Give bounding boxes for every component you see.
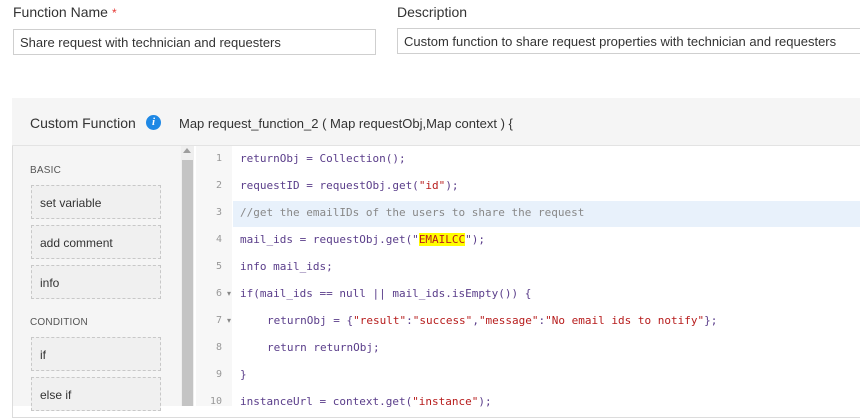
fold-arrow-icon[interactable]: ▾ xyxy=(227,289,231,298)
code-token: instanceUrl = context.get( xyxy=(240,395,413,408)
snippet-info[interactable]: info xyxy=(31,265,161,299)
function-name-label: Function Name * xyxy=(13,4,117,20)
code-line[interactable]: if(mail_ids == null || mail_ids.isEmpty(… xyxy=(240,287,531,300)
code-token: mail_ids = requestObj.get(" xyxy=(240,233,419,246)
fold-arrow-icon[interactable]: ▾ xyxy=(227,316,231,325)
code-line[interactable]: info mail_ids; xyxy=(240,260,333,273)
code-token: : xyxy=(406,314,413,327)
scroll-up-arrow-icon[interactable] xyxy=(183,148,191,153)
info-icon[interactable]: i xyxy=(146,115,161,130)
code-token: }; xyxy=(704,314,718,327)
code-string: "id" xyxy=(418,179,446,192)
function-name-label-text: Function Name xyxy=(13,4,108,20)
section-basic: BASIC xyxy=(30,165,62,176)
code-line[interactable]: } xyxy=(240,368,247,381)
line-number: 2 xyxy=(215,180,222,191)
code-comment-line[interactable]: //get the emailIDs of the users to share… xyxy=(240,206,584,219)
code-line[interactable]: returnObj = Collection(); xyxy=(240,152,406,165)
code-string: "instance" xyxy=(412,395,479,408)
line-number: 1 xyxy=(215,153,222,164)
code-token: requestID = requestObj.get( xyxy=(240,179,419,192)
code-string: "message" xyxy=(478,314,539,327)
code-token: "); xyxy=(465,233,486,246)
function-name-input[interactable]: Share request with technician and reques… xyxy=(13,29,376,55)
description-label: Description xyxy=(397,4,468,20)
code-token: ); xyxy=(445,179,459,192)
snippet-add-comment[interactable]: add comment xyxy=(31,225,161,259)
code-token: ); xyxy=(478,395,492,408)
code-line[interactable]: requestID = requestObj.get("id"); xyxy=(240,179,459,192)
line-number: 10 xyxy=(209,396,222,407)
code-string: "success" xyxy=(412,314,473,327)
custom-function-title: Custom Function xyxy=(30,115,136,131)
code-line[interactable]: returnObj = {"result":"success","message… xyxy=(267,314,717,327)
code-line[interactable]: return returnObj; xyxy=(267,341,380,354)
line-number: 8 xyxy=(215,342,222,353)
code-line[interactable]: instanceUrl = context.get("instance"); xyxy=(240,395,492,408)
code-line[interactable]: mail_ids = requestObj.get("EMAILCC"); xyxy=(240,233,485,246)
snippet-if[interactable]: if xyxy=(31,337,161,371)
code-token: returnObj = { xyxy=(267,314,354,327)
line-number: 4 xyxy=(215,234,222,245)
highlighted-string: EMAILCC xyxy=(418,233,466,246)
required-mark: * xyxy=(111,6,117,20)
line-number: 6 xyxy=(215,288,222,299)
snippet-set-variable[interactable]: set variable xyxy=(31,185,161,219)
code-token: , xyxy=(472,314,479,327)
code-string: "result" xyxy=(353,314,407,327)
line-number: 7 xyxy=(215,315,222,326)
line-number: 9 xyxy=(215,369,222,380)
line-number: 5 xyxy=(215,261,222,272)
code-string: "No email ids to notify" xyxy=(545,314,705,327)
section-condition: CONDITION xyxy=(30,317,88,328)
function-signature: Map request_function_2 ( Map requestObj,… xyxy=(179,116,513,131)
line-number: 3 xyxy=(215,207,222,218)
snippet-else-if[interactable]: else if xyxy=(31,377,161,411)
description-input[interactable]: Custom function to share request propert… xyxy=(397,28,860,54)
scrollbar-thumb[interactable] xyxy=(182,160,193,406)
